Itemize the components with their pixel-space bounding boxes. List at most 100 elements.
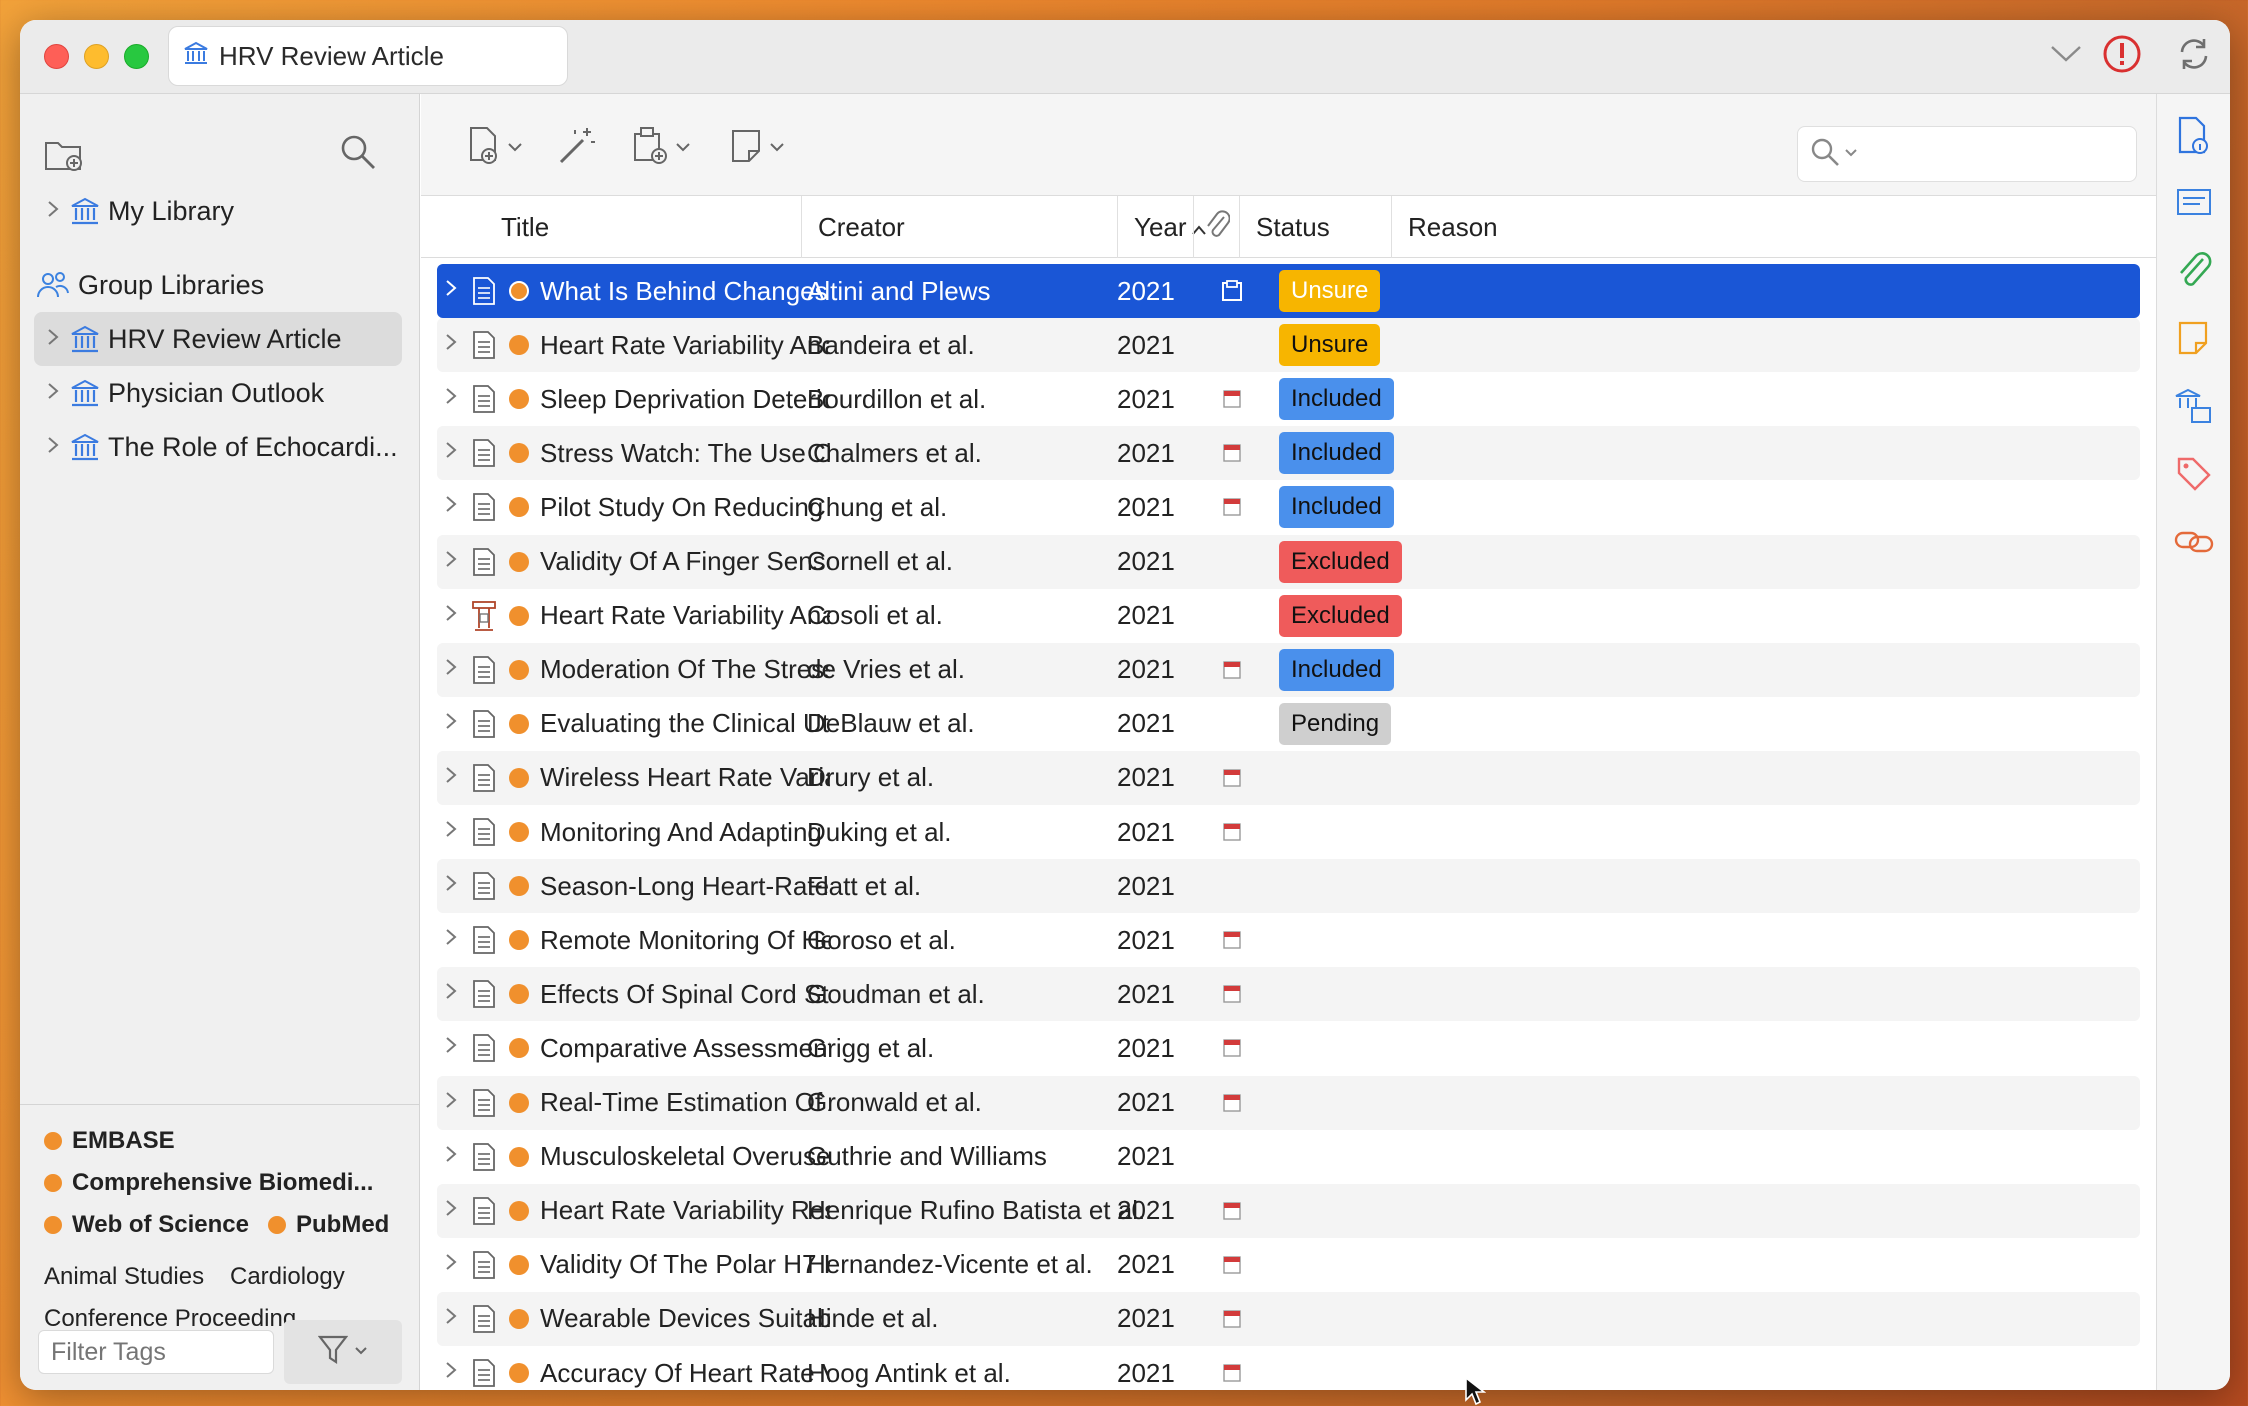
libraries-collections-section-button[interactable] [2172,386,2216,430]
table-row[interactable]: Validity Of The Polar H7 Heart...Hernand… [437,1238,2140,1292]
row-expand-toggle[interactable] [439,751,463,805]
column-creator[interactable]: Creator [801,196,1117,258]
table-row[interactable]: Monitoring And Adapting End...Duking et … [437,805,2140,859]
tag-actions-button[interactable] [284,1320,402,1384]
tree-role-of-echocardi[interactable]: The Role of Echocardi... [34,420,402,474]
tag-comprehensive-biomedical[interactable]: Comprehensive Biomedi... [44,1169,373,1197]
pdf-attachment-icon[interactable] [1207,1021,1257,1075]
pdf-attachment-icon[interactable] [1207,372,1257,426]
tag-embase[interactable]: EMBASE [44,1127,175,1155]
tag-conference-proceeding[interactable]: Conference Proceeding [44,1305,296,1333]
row-expand-toggle[interactable] [439,1076,463,1130]
table-row[interactable]: Moderation Of The Stressor-S...de Vries … [437,642,2140,697]
row-expand-toggle[interactable] [439,1130,463,1184]
chevron-right-icon[interactable] [42,434,64,460]
row-expand-toggle[interactable] [439,1292,463,1346]
row-expand-toggle[interactable] [439,1238,463,1292]
chevron-right-icon[interactable] [42,198,64,224]
column-status[interactable]: Status [1239,196,1391,258]
table-row[interactable]: Stress Watch: The Use Of Hea...Chalmers … [437,426,2140,481]
table-row[interactable]: Validity Of A Finger Sensor De...Cornell… [437,534,2140,589]
pdf-attachment-icon[interactable] [1207,967,1257,1021]
row-expand-toggle[interactable] [439,697,463,751]
library-tab[interactable]: HRV Review Article [168,26,568,86]
row-expand-toggle[interactable] [439,589,463,643]
pdf-attachment-icon[interactable] [1207,643,1257,697]
sync-error-button[interactable] [2100,34,2144,78]
table-row[interactable]: Comparative Assessment Of ...Grigg et al… [437,1021,2140,1075]
table-row[interactable]: Musculoskeletal Overuse Injur...Guthrie … [437,1130,2140,1184]
tags-section-button[interactable] [2172,454,2216,498]
tree-my-library[interactable]: My Library [34,184,402,238]
chevron-right-icon[interactable] [42,380,64,406]
row-expand-toggle[interactable] [439,480,463,534]
tree-hrv-review-article[interactable]: HRV Review Article [34,312,402,366]
tag-cardiology[interactable]: Cardiology [230,1263,345,1291]
attachments-section-button[interactable] [2172,250,2216,294]
filter-tags-input[interactable] [38,1330,274,1374]
items-search-field[interactable] [1797,126,2137,182]
column-attachments[interactable] [1193,196,1239,258]
column-year[interactable]: Year [1117,196,1206,258]
tabs-dropdown-button[interactable] [2044,34,2088,78]
row-expand-toggle[interactable] [439,1346,463,1390]
chevron-right-icon[interactable] [42,326,64,352]
pdf-attachment-icon[interactable] [1207,805,1257,859]
column-reason[interactable]: Reason [1391,196,2156,258]
table-row[interactable]: Season-Long Heart-Rate Vari...Flatt et a… [437,859,2140,914]
table-row[interactable]: Heart Rate Variability Analysis...Cosoli… [437,589,2140,643]
pdf-attachment-icon[interactable] [1207,1238,1257,1292]
tree-group-libraries[interactable]: Group Libraries [30,258,398,312]
row-expand-toggle[interactable] [439,967,463,1021]
pdf-attachment-icon[interactable] [1207,1292,1257,1346]
pdf-attachment-icon[interactable] [1207,480,1257,534]
add-by-identifier-button[interactable] [557,126,597,170]
table-row[interactable]: Heart Rate Variability Respons...Henriqu… [437,1183,2140,1238]
collection-search-button[interactable] [336,132,380,176]
table-row[interactable]: Real-Time Estimation Of Aero...Gronwald … [437,1075,2140,1130]
row-expand-toggle[interactable] [439,264,463,318]
column-title[interactable]: Title [485,196,801,258]
table-row[interactable]: Heart Rate Variability And Pai...Bandeir… [437,318,2140,373]
pdf-attachment-icon[interactable] [1207,751,1257,805]
row-expand-toggle[interactable] [439,535,463,589]
zoom-window-button[interactable] [124,44,149,69]
table-row[interactable]: Sleep Deprivation Deteriorate...Bourdill… [437,372,2140,426]
table-row[interactable]: Pilot Study On Reducing Sym...Chung et a… [437,480,2140,534]
info-section-button[interactable] [2172,116,2216,160]
abstract-section-button[interactable] [2172,182,2216,226]
tree-physician-outlook[interactable]: Physician Outlook [34,366,402,420]
table-row[interactable]: What Is Behind Changes In Re...Altini an… [437,264,2140,318]
new-note-button[interactable] [729,126,785,170]
table-row[interactable]: Wearable Devices Suitable Fo...Hinde et … [437,1291,2140,1346]
row-expand-toggle[interactable] [439,372,463,426]
pdf-attachment-icon[interactable] [1207,913,1257,967]
sync-button[interactable] [2172,34,2216,78]
table-row[interactable]: Evaluating the Clinical Utility o...DeBl… [437,697,2140,751]
pdf-attachment-icon[interactable] [1207,1076,1257,1130]
tag-animal-studies[interactable]: Animal Studies [44,1263,204,1291]
tag-pubmed[interactable]: PubMed [268,1211,389,1239]
pdf-attachment-icon[interactable] [1207,1184,1257,1238]
table-row[interactable]: Effects Of Spinal Cord Stimula...Goudman… [437,967,2140,1022]
table-row[interactable]: Accuracy Of Heart Rate Varia...Hoog Anti… [437,1346,2140,1390]
related-section-button[interactable] [2172,522,2216,566]
table-row[interactable]: Wireless Heart Rate Variability...Drury … [437,750,2140,805]
new-item-button[interactable] [467,126,523,170]
pdf-attachment-icon[interactable] [1207,426,1257,480]
table-row[interactable]: Remote Monitoring Of Heart R...Goroso et… [437,913,2140,967]
pdf-attachment-icon[interactable] [1207,1346,1257,1390]
close-window-button[interactable] [44,44,69,69]
row-expand-toggle[interactable] [439,318,463,372]
row-expand-toggle[interactable] [439,426,463,480]
row-expand-toggle[interactable] [439,805,463,859]
snapshot-attachment-icon[interactable] [1207,264,1257,318]
minimize-window-button[interactable] [84,44,109,69]
row-expand-toggle[interactable] [439,913,463,967]
row-expand-toggle[interactable] [439,859,463,913]
row-expand-toggle[interactable] [439,1021,463,1075]
row-expand-toggle[interactable] [439,1184,463,1238]
row-expand-toggle[interactable] [439,643,463,697]
new-collection-button[interactable] [42,134,86,178]
notes-section-button[interactable] [2172,318,2216,362]
